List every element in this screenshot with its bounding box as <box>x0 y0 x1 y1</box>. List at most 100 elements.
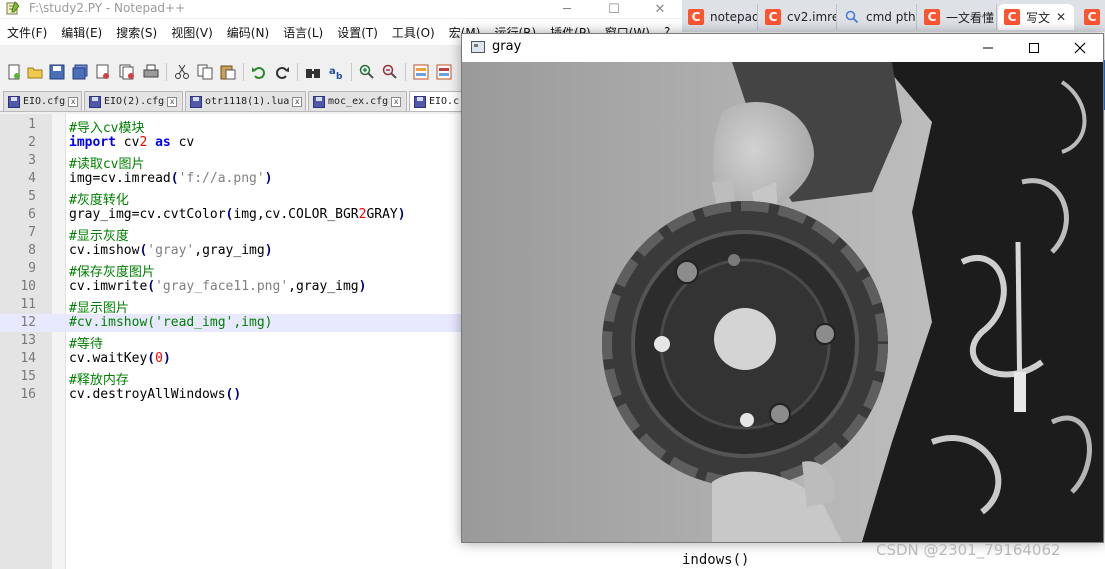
save-icon[interactable] <box>49 64 65 80</box>
doc-tab-label: EIO.c <box>429 96 460 107</box>
window-app-icon <box>471 41 485 53</box>
close-icon <box>1074 42 1086 54</box>
floppy-disk-icon <box>414 95 426 108</box>
svg-text:b: b <box>336 72 343 80</box>
close-icon[interactable]: ✕ <box>1056 10 1066 24</box>
close-icon[interactable]: x <box>391 96 402 107</box>
floppy-disk-icon <box>190 95 202 108</box>
browser-tab-article[interactable]: C 一文看懂 <box>918 4 997 30</box>
gray-window-titlebar[interactable]: gray <box>462 34 1103 62</box>
code-line-text: cv.destroyAllWindows() <box>69 387 242 402</box>
menu-edit[interactable]: 编辑(E) <box>54 24 109 41</box>
maximize-icon <box>1029 43 1039 53</box>
doc-tab-label: otr1118(1).lua <box>205 96 290 107</box>
line-number: 7 <box>28 225 36 240</box>
doc-tab-eio-cfg[interactable]: EIO.cfg x <box>3 91 82 111</box>
code-line-text: cv.waitKey(0) <box>69 351 171 366</box>
browser-tab-cv2-imread[interactable]: C cv2.imre <box>759 4 837 30</box>
menu-language[interactable]: 语言(L) <box>276 24 330 41</box>
sync-scroll-icon[interactable] <box>413 64 429 80</box>
line-number: 1 <box>28 117 36 132</box>
print-icon[interactable] <box>143 64 159 80</box>
close-file-icon[interactable] <box>95 64 111 80</box>
doc-tab-eio2-cfg[interactable]: EIO(2).cfg x <box>84 91 183 111</box>
line-number: 9 <box>28 261 36 276</box>
paste-icon[interactable] <box>220 64 236 80</box>
browser-tab-label: 一文看懂 <box>946 10 995 25</box>
browser-tab-write[interactable]: C 写文 ✕ <box>998 4 1074 30</box>
browser-tab-label: notepad <box>710 10 758 24</box>
csdn-icon: C <box>688 9 704 25</box>
code-line-text: gray_img=cv.cvtColor(img,cv.COLOR_BGR2GR… <box>69 207 406 222</box>
menu-settings[interactable]: 设置(T) <box>330 24 385 41</box>
menu-encoding[interactable]: 编码(N) <box>220 24 276 41</box>
gray-image-window: gray <box>461 33 1104 543</box>
article-code-fragment: indows() <box>682 552 750 568</box>
zoom-in-icon[interactable] <box>359 64 375 80</box>
browser-tab-notepad[interactable]: C notepad <box>682 4 758 30</box>
browser-tab-label: 写文 <box>1026 10 1051 25</box>
csdn-icon: C <box>765 9 781 25</box>
zoom-out-icon[interactable] <box>382 64 398 80</box>
csdn-icon: C <box>1004 9 1020 25</box>
open-file-icon[interactable] <box>27 64 43 80</box>
line-number: 4 <box>28 171 36 186</box>
window-title: F:\study2.PY - Notepad++ <box>29 1 186 15</box>
line-number: 16 <box>20 387 36 402</box>
toolbar-separator <box>405 63 406 81</box>
toolbar-separator <box>297 63 298 81</box>
find-icon[interactable] <box>305 64 321 80</box>
browser-tab-strip: C notepad C cv2.imre cmd pth C 一文看懂 C 写文… <box>682 0 1105 32</box>
maximize-button[interactable]: ☐ <box>594 0 634 18</box>
line-number: 3 <box>28 153 36 168</box>
line-number: 15 <box>20 369 36 384</box>
replace-icon[interactable]: ab <box>328 64 344 80</box>
doc-tab-otr1118-lua[interactable]: otr1118(1).lua x <box>185 91 306 111</box>
code-line-text: img=cv.imread('f://a.png') <box>69 171 273 186</box>
code-line-text: cv.imshow('gray',gray_img) <box>69 243 273 258</box>
maximize-button[interactable] <box>1011 34 1057 62</box>
browser-tab-label: cv2.imre <box>787 10 837 24</box>
close-button[interactable]: ✕ <box>640 0 680 18</box>
close-all-icon[interactable] <box>119 64 135 80</box>
line-number: 13 <box>20 333 36 348</box>
line-number: 14 <box>20 351 36 366</box>
menu-view[interactable]: 视图(V) <box>164 24 220 41</box>
redo-icon[interactable] <box>274 64 290 80</box>
minimize-button[interactable]: ─ <box>547 0 587 18</box>
toolbar-separator <box>166 63 167 81</box>
menu-tools[interactable]: 工具(O) <box>385 24 442 41</box>
word-wrap-icon[interactable] <box>436 64 452 80</box>
line-number: 5 <box>28 189 36 204</box>
browser-tab-cmd-search[interactable]: cmd pth <box>838 4 917 30</box>
menu-search[interactable]: 搜索(S) <box>109 24 164 41</box>
copy-icon[interactable] <box>197 64 213 80</box>
csdn-icon: C <box>1084 9 1100 25</box>
grayscale-photo <box>462 62 1103 542</box>
line-number: 11 <box>20 297 36 312</box>
close-icon[interactable]: x <box>292 96 303 107</box>
minimize-icon <box>983 47 993 49</box>
save-all-icon[interactable] <box>72 64 88 80</box>
floppy-disk-icon <box>313 95 325 108</box>
cut-icon[interactable] <box>174 64 190 80</box>
line-number: 6 <box>28 207 36 222</box>
new-file-icon[interactable] <box>6 64 22 80</box>
line-number: 8 <box>28 243 36 258</box>
minimize-button[interactable] <box>965 34 1011 62</box>
doc-tab-moc-ex-cfg[interactable]: moc_ex.cfg x <box>308 91 407 111</box>
code-line-text: import cv2 as cv <box>69 135 195 150</box>
code-line-text: #cv.imshow('read_img',img) <box>69 315 273 330</box>
close-icon[interactable]: x <box>167 96 178 107</box>
doc-tab-label: EIO(2).cfg <box>104 96 165 107</box>
undo-icon[interactable] <box>251 64 267 80</box>
line-number: 12 <box>20 315 36 330</box>
close-icon[interactable]: x <box>68 96 79 107</box>
browser-tab-new[interactable]: C <box>1078 4 1105 30</box>
menu-file[interactable]: 文件(F) <box>0 24 54 41</box>
close-button[interactable] <box>1057 34 1103 62</box>
doc-tab-eio-c[interactable]: EIO.c <box>409 91 469 111</box>
line-number: 2 <box>28 135 36 150</box>
doc-tab-label: EIO.cfg <box>23 96 66 107</box>
code-line-text: cv.imwrite('gray_face11.png',gray_img) <box>69 279 367 294</box>
